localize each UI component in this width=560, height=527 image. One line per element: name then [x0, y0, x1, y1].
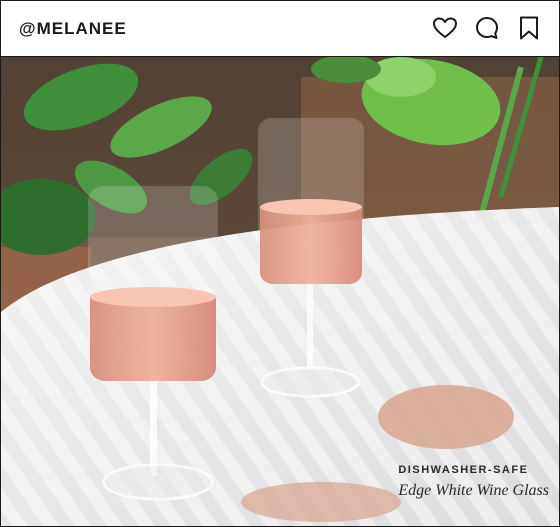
post-actions — [431, 14, 543, 42]
heart-icon[interactable] — [431, 14, 459, 42]
product-caption: DISHWASHER-SAFE Edge White Wine Glass — [398, 464, 549, 500]
wine-glasses-image — [1, 57, 559, 526]
username[interactable]: @MELANEE — [19, 19, 127, 39]
chat-bubble-icon[interactable] — [473, 14, 501, 42]
product-name[interactable]: Edge White Wine Glass — [398, 482, 549, 500]
post-header: @MELANEE — [1, 1, 559, 57]
post-card: @MELANEE DISHWASHER-SAFE Edge White Wine… — [0, 0, 560, 527]
bookmark-icon[interactable] — [515, 14, 543, 42]
caption-tag: DISHWASHER-SAFE — [398, 464, 529, 476]
post-photo[interactable]: DISHWASHER-SAFE Edge White Wine Glass — [1, 57, 559, 526]
